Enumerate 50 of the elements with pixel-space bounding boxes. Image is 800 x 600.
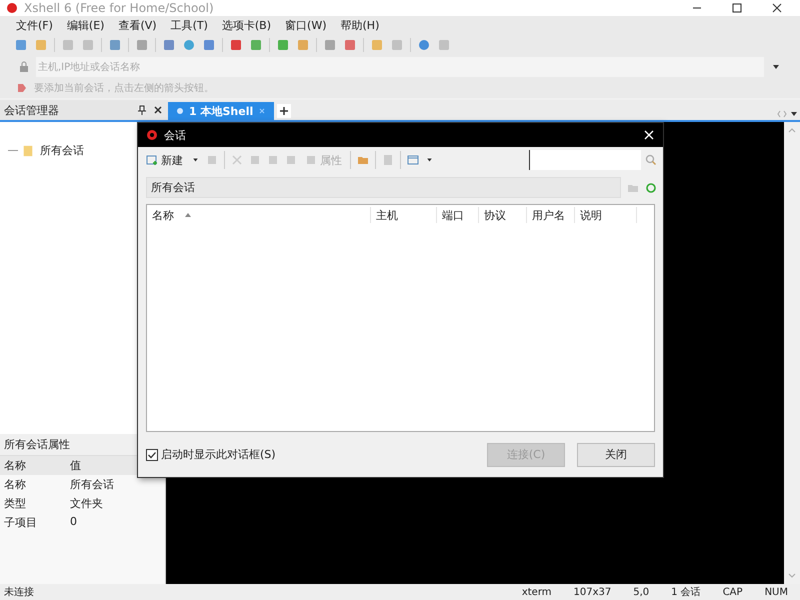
- menu-item[interactable]: 窗口(W): [285, 18, 326, 32]
- status-text: CAP: [722, 586, 743, 598]
- app-logo-icon: [6, 2, 18, 14]
- status-text: xterm: [522, 586, 552, 598]
- panel-title: 会话管理器: [4, 102, 59, 118]
- view-icon[interactable]: [407, 154, 419, 166]
- column-header[interactable]: 名称: [147, 207, 371, 223]
- status-text: 1 会话: [671, 586, 701, 599]
- status-dot-icon: [176, 107, 184, 115]
- add-tab-icon[interactable]: [277, 104, 292, 118]
- session-list[interactable]: 名称 主机 端口 协议 用户名 说明: [146, 204, 655, 432]
- table-cell-text: 文件夹: [70, 496, 104, 511]
- column-header[interactable]: 主机: [371, 207, 437, 223]
- table-cell-text: 子项目: [4, 515, 38, 530]
- column-header[interactable]: 名称: [4, 458, 70, 473]
- column-header[interactable]: 协议: [479, 207, 527, 223]
- status-text: 未连接: [3, 586, 34, 599]
- status-text: 5,0: [633, 586, 650, 598]
- menu-item[interactable]: 编辑(E): [66, 18, 104, 32]
- address-field[interactable]: 主机,IP地址或会话名称: [36, 57, 764, 77]
- table-cell-text: 名称: [4, 477, 27, 492]
- menu-item[interactable]: 选项卡(B): [222, 18, 272, 32]
- column-header[interactable]: 端口: [437, 207, 479, 223]
- menu-item[interactable]: 查看(V): [118, 18, 157, 32]
- column-header[interactable]: 说明: [575, 207, 637, 223]
- hint-text: 要添加当前会话，点击左侧的箭头按钮。: [34, 82, 214, 95]
- sort-arrow-icon: [184, 212, 192, 218]
- column-header[interactable]: 用户名: [527, 207, 575, 223]
- dialog-title: 会话: [164, 128, 186, 142]
- tree-item[interactable]: 所有会话: [38, 142, 86, 159]
- menu-item[interactable]: 帮助(H): [340, 18, 380, 32]
- status-text: NUM: [764, 586, 788, 598]
- session-tab[interactable]: 1 本地Shell: [168, 102, 274, 120]
- table-cell-text: 类型: [4, 496, 27, 511]
- checkbox[interactable]: [146, 448, 158, 460]
- status-text: 107x37: [574, 586, 612, 598]
- close-icon[interactable]: [772, 3, 782, 13]
- new-button[interactable]: 新建: [144, 152, 185, 168]
- window-title: Xshell 6 (Free for Home/School): [24, 1, 214, 15]
- menu-item[interactable]: 文件(F): [16, 18, 53, 32]
- search-field[interactable]: [529, 150, 641, 170]
- table-cell-text: 0: [70, 515, 78, 530]
- menu-item[interactable]: 工具(T): [170, 18, 208, 32]
- cut-icon[interactable]: [231, 154, 243, 166]
- maximize-icon[interactable]: [732, 3, 742, 13]
- close-icon[interactable]: [152, 104, 164, 116]
- table-cell-text: 所有会话: [70, 477, 115, 492]
- arrow-icon: [16, 82, 28, 94]
- path-field[interactable]: 所有会话: [146, 177, 621, 198]
- dialog-button[interactable]: 关闭: [577, 442, 655, 466]
